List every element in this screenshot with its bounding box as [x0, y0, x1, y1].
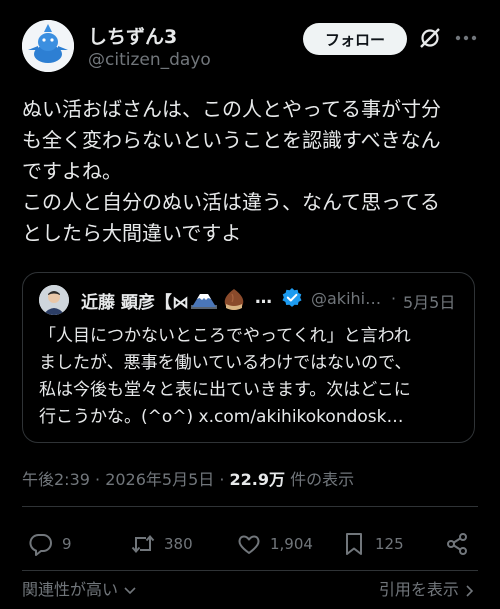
quoted-author-handle[interactable]: @akihi… — [311, 289, 381, 308]
sort-dropdown[interactable]: 関連性が高い — [22, 576, 137, 600]
quoted-date[interactable]: 5月5日 — [403, 289, 455, 313]
like-button[interactable]: 1,904 — [236, 528, 313, 560]
retweet-button[interactable]: 380 — [130, 528, 193, 560]
divider — [22, 506, 478, 507]
quoted-tweet[interactable]: 近藤 顕彦【⋈ … @akihi… · 5月5日 「人目につかないところでやって… — [22, 272, 475, 443]
retweet-icon — [131, 534, 155, 554]
grok-icon[interactable] — [418, 26, 442, 50]
view-count: 22.9万 — [229, 470, 286, 489]
bookmark-icon — [346, 533, 362, 555]
share-button[interactable] — [444, 528, 478, 560]
quoted-text: 「人目につかないところでやってくれ」と言われ ましたが、悪事を働いているわけでは… — [39, 326, 412, 427]
bookmark-button[interactable]: 125 — [341, 528, 404, 560]
bird-figure-icon — [22, 20, 74, 72]
chevron-right-icon — [466, 584, 474, 597]
quoted-author-name[interactable]: 近藤 顕彦【⋈ — [81, 288, 189, 313]
like-count: 1,904 — [270, 535, 313, 553]
quotes-label: 引用を表示 — [378, 580, 459, 599]
follow-button[interactable]: フォロー — [303, 23, 407, 55]
mount-fuji-icon — [191, 294, 217, 309]
heart-icon — [238, 535, 260, 554]
quoted-name-truncation: … — [255, 288, 272, 308]
reply-button[interactable]: 9 — [28, 528, 72, 560]
retweet-count: 380 — [164, 535, 193, 553]
timestamp[interactable]: 午後2:39 · 2026年5月5日 · — [22, 470, 230, 489]
tweet-text: ぬい活おばさんは、この人とやってる事が寸分 も全く変わらないということを認識すべ… — [22, 97, 441, 245]
author-avatar[interactable] — [22, 20, 74, 72]
reply-icon — [29, 534, 52, 556]
view-quotes-link[interactable]: 引用を表示 — [379, 576, 476, 600]
author-name[interactable]: しちずん3 — [88, 22, 177, 49]
chevron-down-icon — [124, 586, 136, 594]
sort-label: 関連性が高い — [22, 580, 119, 599]
reply-count: 9 — [62, 535, 72, 553]
tweet-meta: 午後2:39 · 2026年5月5日 · 22.9万 件の表示 — [22, 466, 354, 490]
view-label: 件の表示 — [285, 470, 355, 489]
bookmark-count: 125 — [375, 535, 404, 553]
person-photo-icon — [39, 285, 69, 315]
quoted-separator: · — [391, 289, 397, 308]
divider — [22, 570, 478, 571]
author-handle[interactable]: @citizen_dayo — [88, 50, 211, 70]
share-icon — [447, 533, 467, 555]
verified-badge-icon — [282, 288, 302, 307]
quoted-author-avatar[interactable] — [39, 285, 69, 315]
chestnut-icon — [224, 289, 244, 310]
more-options-icon[interactable] — [452, 24, 480, 52]
